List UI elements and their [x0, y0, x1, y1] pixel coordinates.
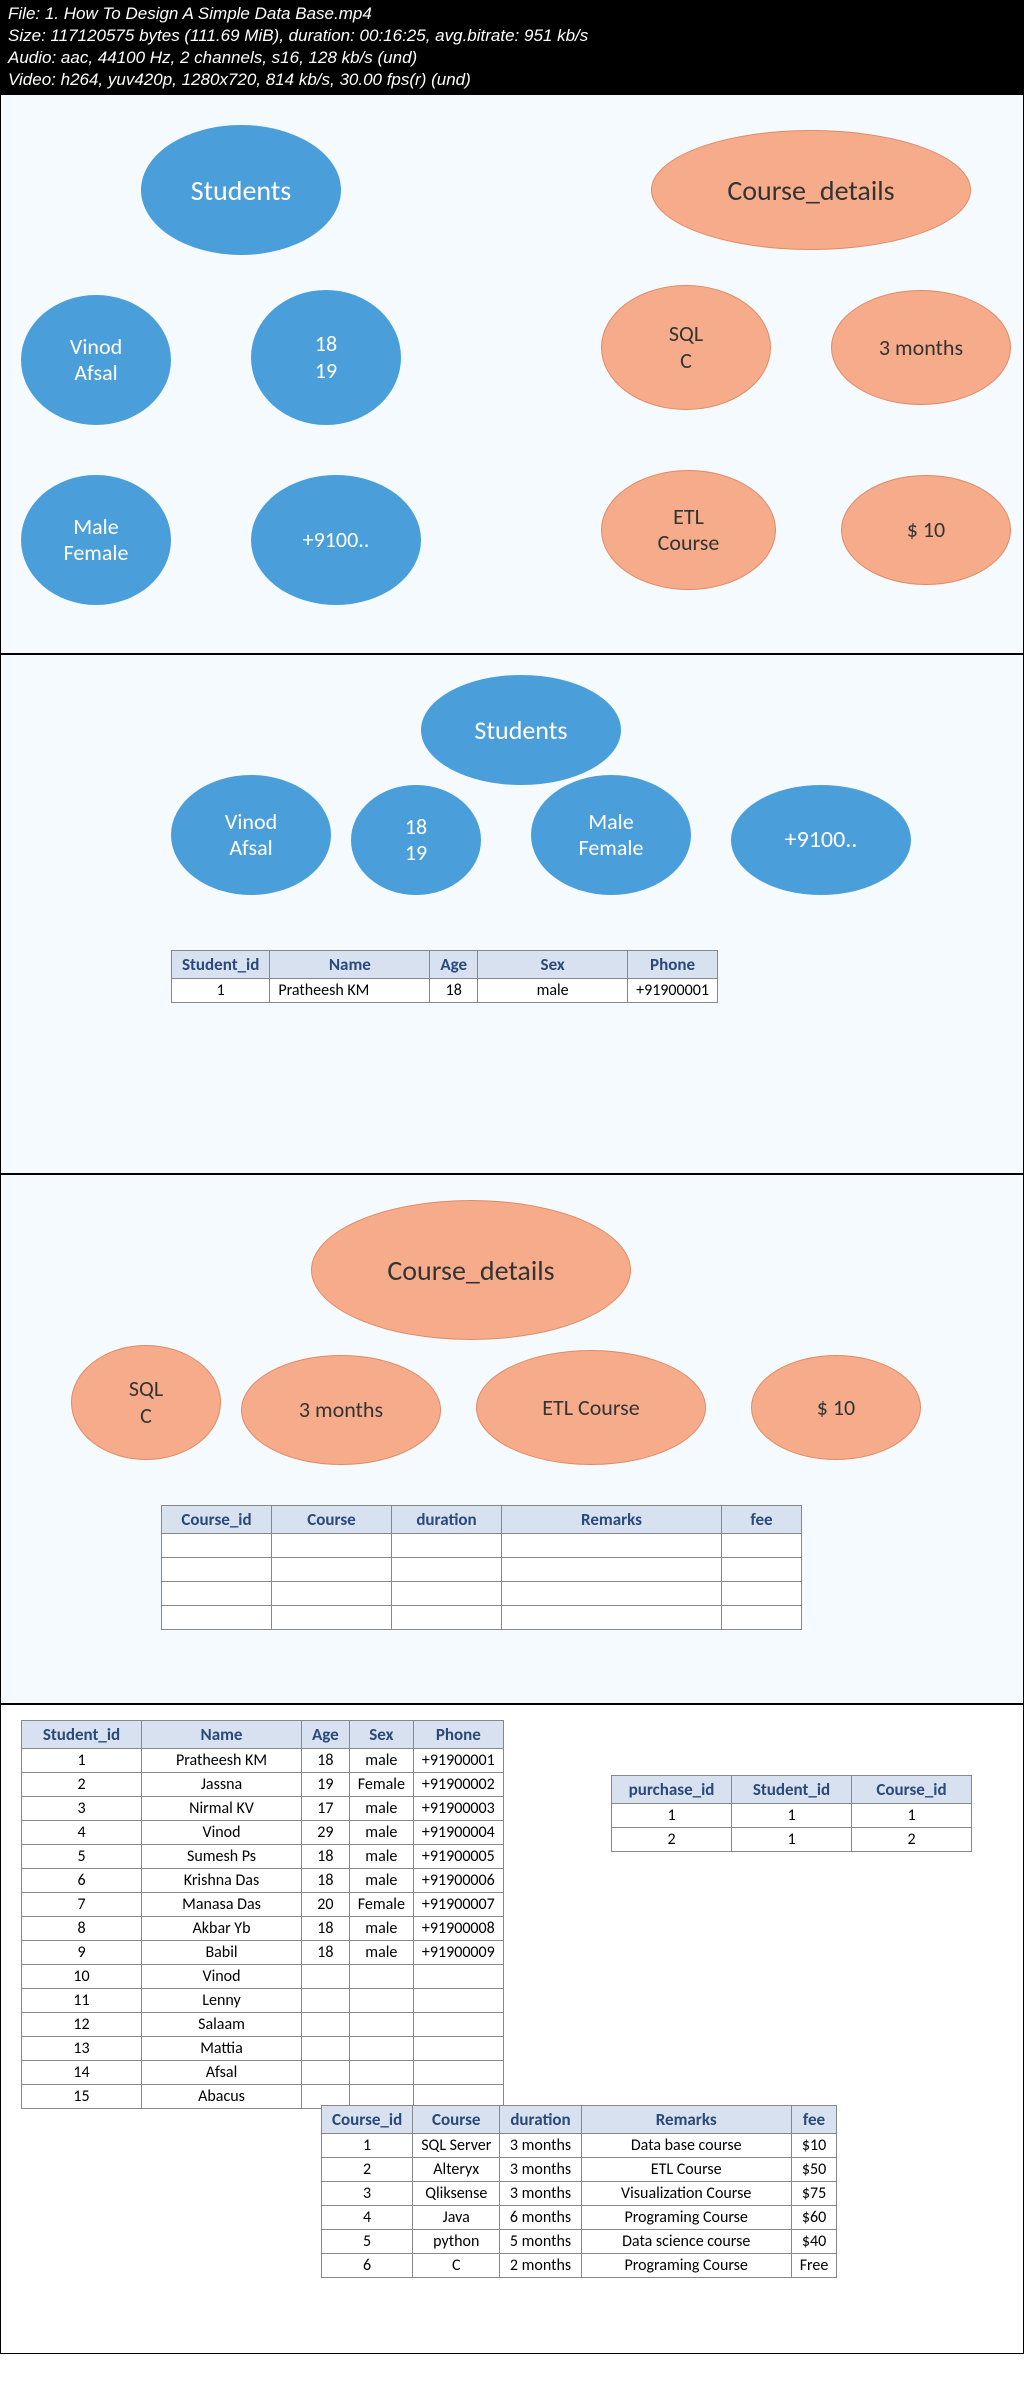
- table-row: 6C2 monthsPrograming CourseFree: [322, 2254, 837, 2278]
- p2-bubble-gender: Male Female: [531, 775, 691, 895]
- table-row: 212: [612, 1828, 972, 1852]
- bubble-course-details: Course_details: [651, 130, 971, 250]
- table-row: 1 Pratheesh KM 18 male +91900001: [172, 979, 718, 1003]
- bubble-fee: $ 10: [841, 475, 1011, 585]
- bubble-phone: +9100..: [251, 475, 421, 605]
- audio-line: Audio: aac, 44100 Hz, 2 channels, s16, 1…: [8, 47, 1016, 69]
- th-student-id: Student_id: [172, 951, 270, 979]
- table-row: [162, 1606, 802, 1630]
- panel-1: Students Vinod Afsal 18 19 Male Female +…: [0, 94, 1024, 654]
- panel-4: Student_idNameAgeSexPhone1Pratheesh KM18…: [0, 1704, 1024, 2354]
- panel-3: Course_details SQL C 3 months ETL Course…: [0, 1174, 1024, 1704]
- table-row: 12Salaam: [22, 2013, 504, 2037]
- table-row: [162, 1582, 802, 1606]
- table-row: [162, 1534, 802, 1558]
- bubble-students: Students: [141, 125, 341, 255]
- p3-bubble-duration: 3 months: [241, 1355, 441, 1465]
- th-duration: duration: [392, 1506, 502, 1534]
- bubble-duration: 3 months: [831, 290, 1011, 405]
- table-row: 9Babil18male+91900009: [22, 1941, 504, 1965]
- bubble-etl: ETL Course: [601, 470, 776, 590]
- table-row: 2Jassna19Female+91900002: [22, 1773, 504, 1797]
- table-row: 5Sumesh Ps18male+91900005: [22, 1845, 504, 1869]
- size-line: Size: 117120575 bytes (111.69 MiB), dura…: [8, 25, 1016, 47]
- table-row: 5python5 monthsData science course$40: [322, 2230, 837, 2254]
- p3-bubble-sql: SQL C: [71, 1345, 221, 1460]
- students-table: Student_idNameAgeSexPhone1Pratheesh KM18…: [21, 1720, 504, 2109]
- th-remarks: Remarks: [502, 1506, 722, 1534]
- table-row: 8Akbar Yb18male+91900008: [22, 1917, 504, 1941]
- p2-bubble-names: Vinod Afsal: [171, 775, 331, 895]
- table-row: 4Java6 monthsPrograming Course$60: [322, 2206, 837, 2230]
- table-row: 13Mattia: [22, 2037, 504, 2061]
- p3-bubble-course-details: Course_details: [311, 1200, 631, 1340]
- table-row: 14Afsal: [22, 2061, 504, 2085]
- th-age: Age: [430, 951, 478, 979]
- th-name: Name: [270, 951, 430, 979]
- table-row: 3Qliksense3 monthsVisualization Course$7…: [322, 2182, 837, 2206]
- table-row: 6Krishna Das18male+91900006: [22, 1869, 504, 1893]
- purchases-table: purchase_idStudent_idCourse_id111212: [611, 1775, 972, 1852]
- th-course-id: Course_id: [162, 1506, 272, 1534]
- students-table-mini: Student_id Name Age Sex Phone 1 Prathees…: [171, 950, 718, 1003]
- panel-2: Students Vinod Afsal 18 19 Male Female +…: [0, 654, 1024, 1174]
- table-row: 3Nirmal KV17male+91900003: [22, 1797, 504, 1821]
- table-row: 1SQL Server3 monthsData base course$10: [322, 2134, 837, 2158]
- table-row: 11Lenny: [22, 1989, 504, 2013]
- table-row: [162, 1558, 802, 1582]
- th-sex: Sex: [478, 951, 628, 979]
- p2-bubble-students: Students: [421, 675, 621, 785]
- table-row: 4Vinod29male+91900004: [22, 1821, 504, 1845]
- p3-bubble-fee: $ 10: [751, 1355, 921, 1460]
- table-row: 2Alteryx3 monthsETL Course$50: [322, 2158, 837, 2182]
- table-row: 10Vinod: [22, 1965, 504, 1989]
- file-header: File: 1. How To Design A Simple Data Bas…: [0, 0, 1024, 94]
- p3-bubble-etl: ETL Course: [476, 1350, 706, 1465]
- course-table-empty: Course_id Course duration Remarks fee: [161, 1505, 802, 1630]
- table-row: 111: [612, 1804, 972, 1828]
- courses-table: Course_idCoursedurationRemarksfee1SQL Se…: [321, 2105, 837, 2278]
- th-course: Course: [272, 1506, 392, 1534]
- bubble-names: Vinod Afsal: [21, 295, 171, 425]
- p2-bubble-ages: 18 19: [351, 785, 481, 895]
- table-row: 7Manasa Das20Female+91900007: [22, 1893, 504, 1917]
- file-line: File: 1. How To Design A Simple Data Bas…: [8, 3, 1016, 25]
- table-row: 1Pratheesh KM18male+91900001: [22, 1749, 504, 1773]
- video-line: Video: h264, yuv420p, 1280x720, 814 kb/s…: [8, 69, 1016, 91]
- bubble-ages: 18 19: [251, 290, 401, 425]
- p2-bubble-phone: +9100..: [731, 785, 911, 895]
- bubble-gender: Male Female: [21, 475, 171, 605]
- th-fee: fee: [722, 1506, 802, 1534]
- th-phone: Phone: [628, 951, 718, 979]
- bubble-sql: SQL C: [601, 285, 771, 410]
